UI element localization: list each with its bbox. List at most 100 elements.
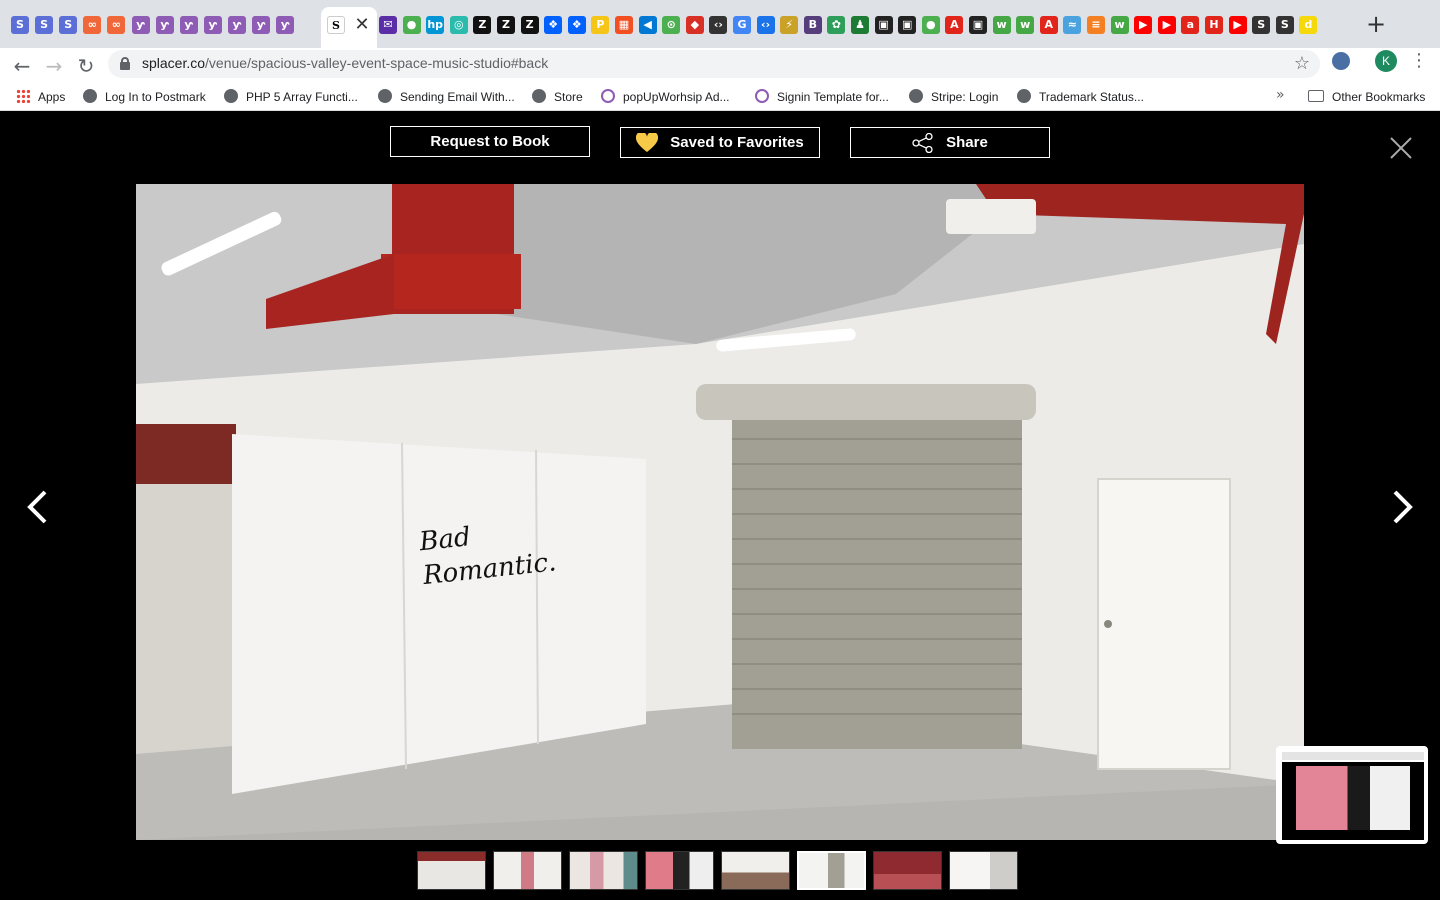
tab-favicon-icon[interactable]: ▦ <box>615 16 633 34</box>
tab-favicon-icon[interactable]: ‹› <box>709 16 728 34</box>
popupworship-icon <box>601 89 615 103</box>
saved-to-favorites-button[interactable]: Saved to Favorites <box>620 127 820 158</box>
tab-favicon-icon[interactable]: ▣ <box>874 16 893 34</box>
previous-photo-icon[interactable] <box>25 489 51 525</box>
tab-favicon-icon[interactable]: w <box>1110 16 1129 34</box>
photo-thumbnail[interactable] <box>417 851 486 890</box>
close-tab-icon[interactable]: ✕ <box>351 14 373 36</box>
tab-favicon-icon[interactable]: ♟ <box>851 16 869 34</box>
tab-favicon-icon[interactable]: ƴ <box>276 16 295 34</box>
bookmark-php-array[interactable]: PHP 5 Array Functi... <box>224 87 358 107</box>
tab-favicon-icon[interactable]: w <box>992 16 1011 34</box>
tab-favicon-icon[interactable]: P <box>591 16 610 34</box>
bookmark-trademark[interactable]: Trademark Status... <box>1017 87 1144 107</box>
tab-favicon-icon[interactable]: Z <box>520 16 539 34</box>
photo-thumbnail[interactable] <box>569 851 638 890</box>
tab-favicon-icon[interactable]: A <box>945 16 964 34</box>
tab-favicon-icon[interactable]: ƴ <box>155 16 174 34</box>
tab-favicon-icon[interactable]: hp <box>426 16 445 34</box>
bookmark-label: Stripe: Login <box>931 90 999 104</box>
tab-favicon-icon[interactable]: S <box>1252 16 1271 34</box>
tab-favicon-icon[interactable]: ∞ <box>83 16 102 34</box>
tab-favicon-icon[interactable]: ▣ <box>898 16 917 34</box>
tab-favicon-icon[interactable]: ❖ <box>544 16 563 34</box>
other-bookmarks[interactable]: Other Bookmarks <box>1308 87 1425 107</box>
tab-favicon-icon[interactable]: ƴ <box>203 16 222 34</box>
tab-favicon-icon[interactable]: ● <box>921 16 940 34</box>
tab-favicon-icon[interactable]: Z <box>497 16 515 34</box>
globe-icon <box>909 89 923 103</box>
tab-favicon-icon[interactable]: ≈ <box>1063 16 1082 34</box>
photo-thumbnail[interactable] <box>949 851 1018 890</box>
tab-favicon-icon[interactable]: ∞ <box>107 16 126 34</box>
tab-favicon-icon[interactable]: ✿ <box>827 16 846 34</box>
browser-toolbar: ← → ↻ splacer.co/venue/spacious-valley-e… <box>0 48 1440 84</box>
picture-in-picture-preview[interactable] <box>1276 746 1428 844</box>
tab-favicon-icon[interactable]: ✉ <box>379 16 397 34</box>
tab-favicon-icon[interactable]: ◎ <box>449 16 468 34</box>
tab-favicon-icon[interactable]: S <box>59 16 78 34</box>
next-photo-icon[interactable] <box>1389 489 1415 525</box>
bookmark-apps[interactable]: Apps <box>16 87 65 107</box>
profile-avatar[interactable]: K <box>1375 50 1397 72</box>
tab-favicon-icon[interactable]: a <box>1181 16 1200 34</box>
share-button[interactable]: Share <box>850 127 1050 158</box>
tab-favicon-icon[interactable]: ▶ <box>1157 16 1176 34</box>
bookmark-stripe[interactable]: Stripe: Login <box>909 87 998 107</box>
tab-favicon-icon[interactable]: ● <box>402 16 421 34</box>
new-tab-button[interactable]: + <box>1364 12 1388 37</box>
bookmark-signin-template[interactable]: Signin Template for... <box>755 87 889 107</box>
tab-favicon-icon[interactable]: ◀ <box>638 16 657 34</box>
address-bar[interactable]: splacer.co/venue/spacious-valley-event-s… <box>108 50 1320 78</box>
bookmark-postmark[interactable]: Log In to Postmark <box>83 87 206 107</box>
tab-favicon-icon[interactable]: ≡ <box>1087 16 1105 34</box>
tab-favicon-icon[interactable]: ⚡ <box>780 16 799 34</box>
bookmark-star-icon[interactable]: ☆ <box>1294 53 1310 74</box>
tab-favicon-icon[interactable]: S <box>11 16 29 34</box>
bookmark-label: Trademark Status... <box>1039 90 1144 104</box>
tab-favicon-icon[interactable]: S <box>1275 16 1294 34</box>
tab-favicon-icon[interactable]: ‹› <box>756 16 775 34</box>
bookmark-popupworship[interactable]: popUpWorhsip Ad... <box>601 87 730 107</box>
tab-favicon-icon[interactable]: ƴ <box>131 16 150 34</box>
heart-icon <box>636 132 659 152</box>
signage-text: Bad Romantic. <box>418 513 558 593</box>
forward-button[interactable]: → <box>40 52 68 80</box>
photo-thumbnail[interactable] <box>645 851 714 890</box>
tab-favicon-icon[interactable]: ƴ <box>179 16 198 34</box>
tab-favicon-icon[interactable]: H <box>1205 16 1223 34</box>
tab-favicon-icon[interactable]: ▶ <box>1228 16 1247 34</box>
tab-favicon-icon[interactable]: ◆ <box>685 16 704 34</box>
tab-favicon-icon[interactable]: ƴ <box>252 16 270 34</box>
preview-chrome <box>1282 752 1424 760</box>
tab-favicon-icon[interactable]: A <box>1039 16 1058 34</box>
tab-favicon-icon[interactable]: w <box>1016 16 1035 34</box>
photo-thumbnail-active[interactable] <box>797 851 866 890</box>
browser-menu-icon[interactable]: ⋮ <box>1410 50 1428 72</box>
request-to-book-button[interactable]: Request to Book <box>390 126 590 157</box>
tab-favicon-icon[interactable]: ▣ <box>969 16 987 34</box>
close-lightbox-icon[interactable] <box>1388 135 1414 161</box>
tab-favicon-icon[interactable]: S <box>35 16 54 34</box>
tab-favicon-icon[interactable]: ▶ <box>1134 16 1153 34</box>
active-tab[interactable]: S ✕ <box>321 7 377 48</box>
bookmark-store[interactable]: Store <box>532 87 583 107</box>
tab-favicon-icon[interactable]: ƴ <box>227 16 246 34</box>
url-text[interactable]: splacer.co/venue/spacious-valley-event-s… <box>142 55 548 71</box>
photo-thumbnail[interactable] <box>493 851 562 890</box>
back-button[interactable]: ← <box>8 52 36 80</box>
photo-thumbnail[interactable] <box>873 851 942 890</box>
tab-favicon-icon[interactable]: Z <box>473 16 492 34</box>
bookmark-sending-email[interactable]: Sending Email With... <box>378 87 515 107</box>
tab-favicon-icon[interactable]: G <box>733 16 751 34</box>
reload-button[interactable]: ↻ <box>72 52 100 80</box>
tab-favicon-icon[interactable]: B <box>803 16 822 34</box>
photo-thumbnail[interactable] <box>721 851 790 890</box>
bookmark-label: Store <box>554 90 583 104</box>
tab-favicon-icon[interactable]: ❖ <box>567 16 586 34</box>
more-bookmarks-icon[interactable]: » <box>1276 87 1285 103</box>
extension-icon[interactable] <box>1332 52 1350 70</box>
url-domain: splacer.co <box>142 55 206 71</box>
tab-favicon-icon[interactable]: ⊙ <box>662 16 681 34</box>
tab-favicon-icon[interactable]: d <box>1299 16 1318 34</box>
